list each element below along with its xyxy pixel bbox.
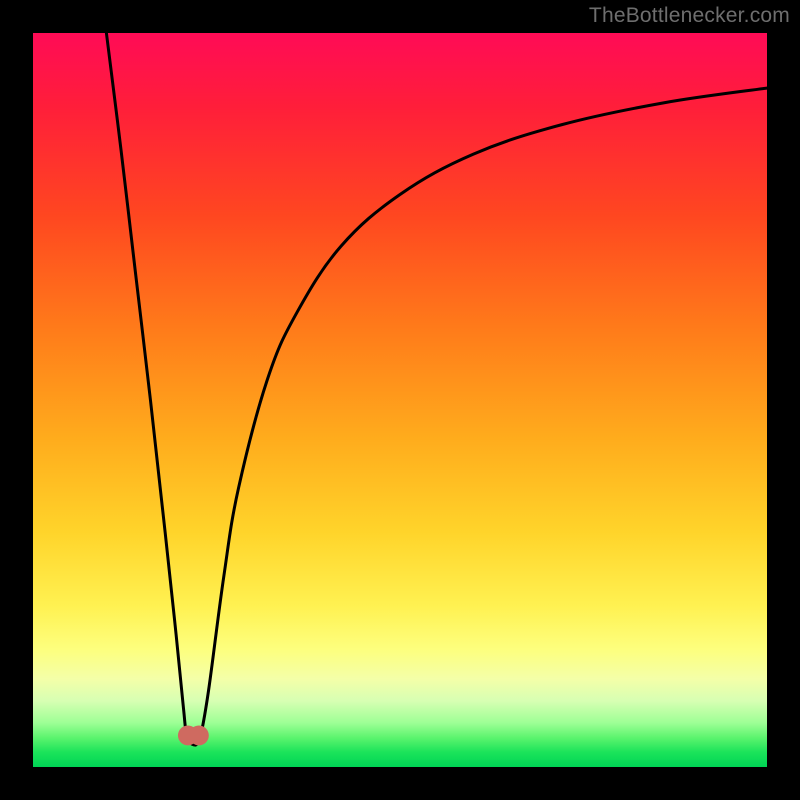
plot-area <box>33 33 767 767</box>
outer-frame: TheBottlenecker.com <box>0 0 800 800</box>
curve-layer <box>33 33 767 767</box>
trough-marker-right <box>189 726 209 746</box>
bottleneck-curve <box>106 33 767 745</box>
watermark-text: TheBottlenecker.com <box>589 4 790 28</box>
series-group <box>106 33 767 745</box>
marker-group <box>178 726 209 746</box>
